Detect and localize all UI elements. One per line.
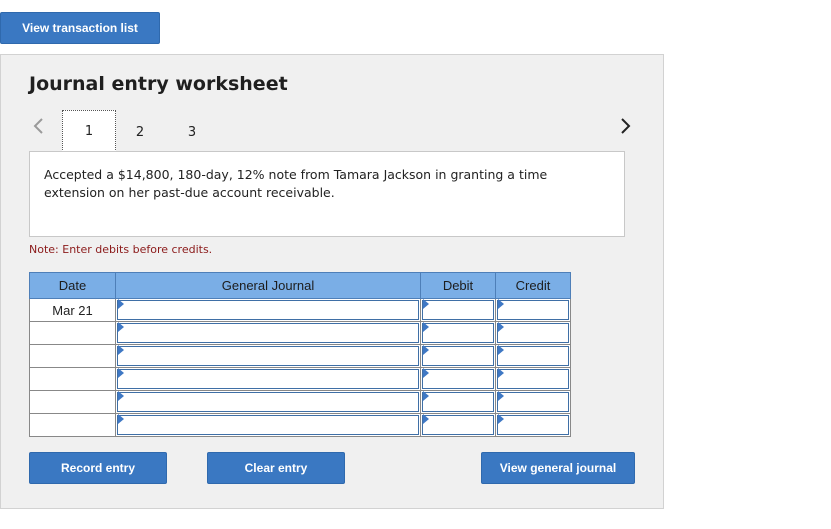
record-entry-button[interactable]: Record entry: [29, 452, 167, 484]
date-cell: [29, 390, 116, 414]
next-arrow-icon[interactable]: [617, 113, 635, 139]
transaction-description: Accepted a $14,800, 180-day, 12% note fr…: [29, 151, 625, 237]
table-row: [29, 390, 571, 414]
debit-cell: [420, 390, 496, 414]
debit-cell: [420, 321, 496, 345]
date-cell: [29, 321, 116, 345]
header-date: Date: [29, 272, 116, 299]
debit-credit-note: Note: Enter debits before credits.: [29, 243, 213, 256]
table-row: Mar 21: [29, 298, 571, 322]
tab-1[interactable]: 1: [62, 110, 116, 152]
debit-input[interactable]: [422, 369, 494, 389]
clear-entry-button[interactable]: Clear entry: [207, 452, 345, 484]
general-journal-cell: [115, 298, 421, 322]
view-transaction-list-button[interactable]: View transaction list: [0, 12, 160, 44]
credit-cell: [495, 298, 571, 322]
prev-arrow-icon[interactable]: [29, 113, 47, 139]
debit-input[interactable]: [422, 346, 494, 366]
credit-input[interactable]: [497, 300, 569, 320]
date-cell: Mar 21: [29, 298, 116, 322]
table-row: [29, 367, 571, 391]
tab-3[interactable]: 3: [180, 112, 204, 152]
credit-input[interactable]: [497, 415, 569, 435]
credit-input[interactable]: [497, 392, 569, 412]
credit-cell: [495, 413, 571, 437]
credit-input[interactable]: [497, 369, 569, 389]
tab-2[interactable]: 2: [128, 112, 152, 152]
debit-cell: [420, 367, 496, 391]
debit-input[interactable]: [422, 415, 494, 435]
debit-cell: [420, 344, 496, 368]
table-row: [29, 344, 571, 368]
account-input[interactable]: [117, 392, 419, 412]
date-cell: [29, 413, 116, 437]
debit-cell: [420, 298, 496, 322]
credit-cell: [495, 367, 571, 391]
credit-cell: [495, 390, 571, 414]
credit-input[interactable]: [497, 323, 569, 343]
journal-table: Date General Journal Debit Credit Mar 21: [29, 272, 571, 437]
general-journal-cell: [115, 390, 421, 414]
header-credit: Credit: [495, 272, 571, 299]
credit-cell: [495, 321, 571, 345]
table-row: [29, 321, 571, 345]
general-journal-cell: [115, 413, 421, 437]
account-input[interactable]: [117, 369, 419, 389]
header-general-journal: General Journal: [115, 272, 421, 299]
table-row: [29, 413, 571, 437]
debit-cell: [420, 413, 496, 437]
header-debit: Debit: [420, 272, 496, 299]
debit-input[interactable]: [422, 323, 494, 343]
credit-cell: [495, 344, 571, 368]
account-input[interactable]: [117, 346, 419, 366]
date-cell: [29, 344, 116, 368]
general-journal-cell: [115, 344, 421, 368]
account-input[interactable]: [117, 415, 419, 435]
general-journal-cell: [115, 367, 421, 391]
view-general-journal-button[interactable]: View general journal: [481, 452, 635, 484]
account-input[interactable]: [117, 323, 419, 343]
date-cell: [29, 367, 116, 391]
debit-input[interactable]: [422, 392, 494, 412]
general-journal-cell: [115, 321, 421, 345]
credit-input[interactable]: [497, 346, 569, 366]
worksheet-title: Journal entry worksheet: [29, 73, 288, 95]
debit-input[interactable]: [422, 300, 494, 320]
account-input[interactable]: [117, 300, 419, 320]
